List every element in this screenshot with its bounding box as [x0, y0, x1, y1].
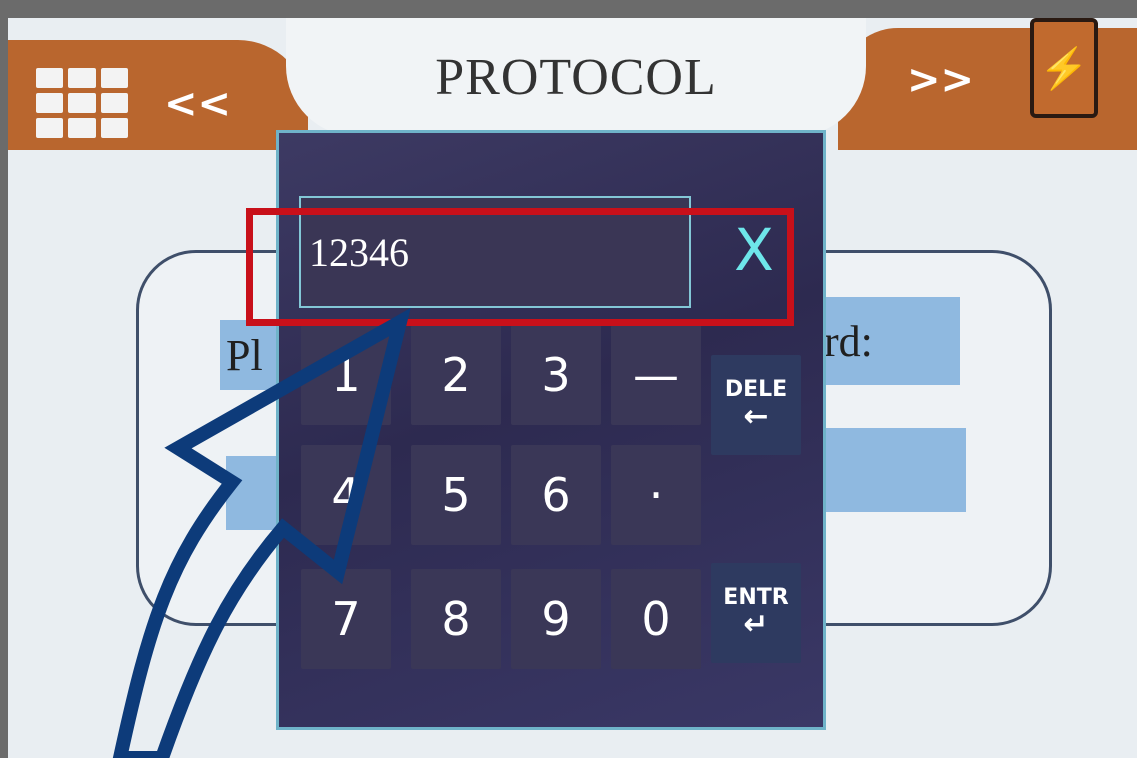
delete-label: DELE — [724, 376, 788, 402]
key-7[interactable]: 7 — [301, 569, 391, 669]
key-4[interactable]: 4 — [301, 445, 391, 545]
enter-arrow-icon: ↵ — [743, 606, 769, 642]
battery-charging-icon: ⚡ — [1030, 18, 1098, 118]
key-0[interactable]: 0 — [611, 569, 701, 669]
keypad-display[interactable]: 12346 — [299, 196, 691, 308]
key-6[interactable]: 6 — [511, 445, 601, 545]
enter-button[interactable]: ENTR ↵ — [711, 563, 801, 663]
backspace-arrow-icon: ← — [743, 398, 769, 434]
key-dot[interactable]: · — [611, 445, 701, 545]
key-2[interactable]: 2 — [411, 325, 501, 425]
next-page-button[interactable]: >> — [901, 56, 980, 104]
grid-menu-icon[interactable] — [36, 68, 128, 138]
key-1[interactable]: 1 — [301, 325, 391, 425]
page-title: PROTOCOL — [286, 18, 866, 136]
key-8[interactable]: 8 — [411, 569, 501, 669]
key-5[interactable]: 5 — [411, 445, 501, 545]
numeric-keypad: 12346 X 1 2 3 — 4 5 6 · 7 8 9 0 DELE ← E… — [276, 130, 826, 730]
delete-button[interactable]: DELE ← — [711, 355, 801, 455]
key-dash[interactable]: — — [611, 325, 701, 425]
close-keypad-button[interactable]: X — [719, 205, 789, 295]
key-3[interactable]: 3 — [511, 325, 601, 425]
enter-label: ENTR — [723, 584, 789, 610]
key-9[interactable]: 9 — [511, 569, 601, 669]
previous-page-button[interactable]: << — [158, 80, 237, 128]
